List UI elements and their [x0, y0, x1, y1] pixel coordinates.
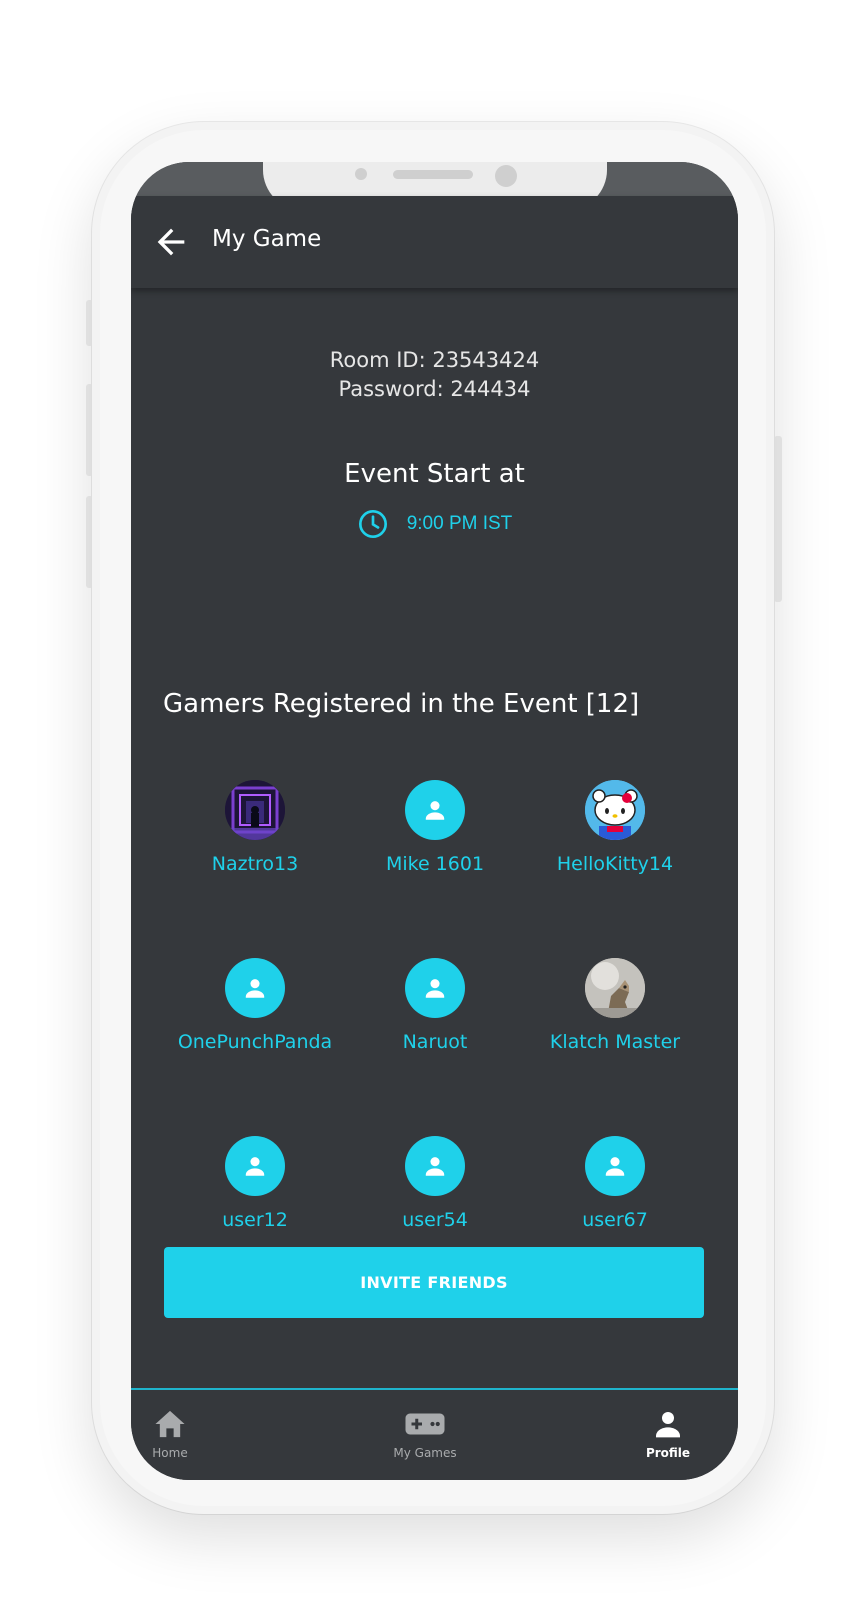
avatar	[585, 780, 645, 840]
event-start-title: Event Start at	[344, 459, 525, 489]
front-camera	[495, 165, 517, 187]
gamer-name: user54	[402, 1209, 468, 1231]
event-time-text: 9:00 PM IST	[406, 513, 513, 534]
person-icon	[605, 1157, 625, 1176]
arrow-left-icon	[157, 228, 185, 256]
phone-side-button	[774, 436, 782, 602]
gamer-item[interactable]: Naruot	[345, 958, 525, 1054]
avatar	[225, 958, 285, 1018]
gamer-item[interactable]: user67	[525, 1136, 705, 1232]
avatar	[405, 1136, 465, 1196]
profile-icon	[656, 1412, 680, 1438]
gamer-name: Naztro13	[211, 853, 299, 875]
person-icon	[245, 1157, 265, 1176]
gamer-item[interactable]: Mike 1601	[345, 780, 525, 876]
page-title: My Game	[212, 226, 322, 252]
avatar-photo	[585, 958, 645, 1018]
room-id: Room ID: 23543424	[329, 348, 540, 372]
gamer-item[interactable]: OnePunchPanda	[165, 958, 345, 1054]
room-password: Password: 244434	[338, 377, 531, 401]
gamer-item[interactable]: user54	[345, 1136, 525, 1232]
avatar	[585, 1136, 645, 1196]
nav-label-home: Home	[152, 1446, 188, 1460]
gamers-registered-title: Gamers Registered in the Event [12]	[163, 689, 640, 719]
gamer-name: Mike 1601	[385, 853, 485, 875]
gamer-name: user12	[222, 1209, 288, 1231]
gamer-name: OnePunchPanda	[177, 1031, 333, 1053]
nav-label-my-games: My Games	[393, 1446, 457, 1460]
avatar	[405, 958, 465, 1018]
nav-item-my-games[interactable]: My Games	[365, 1408, 485, 1460]
gamer-item[interactable]: Klatch Master	[525, 958, 705, 1054]
clock-icon	[358, 510, 387, 538]
event-time: 9:00 PM IST	[131, 508, 738, 540]
proximity-sensor	[355, 168, 367, 180]
back-button[interactable]	[151, 222, 191, 262]
nav-item-profile[interactable]: Profile	[608, 1408, 728, 1460]
gamepad-icon	[405, 1413, 445, 1435]
gamer-item[interactable]: Naztro13	[165, 780, 345, 876]
person-icon	[425, 1157, 445, 1176]
gamer-name: user67	[582, 1209, 648, 1231]
person-icon	[245, 979, 265, 998]
avatar	[225, 780, 285, 840]
avatar-photo	[225, 780, 285, 840]
app-screen: My Game Room ID: 23543424 Password: 2444…	[131, 162, 738, 1480]
invite-friends-button[interactable]: INVITE FRIENDS	[164, 1247, 704, 1318]
person-icon	[425, 979, 445, 998]
avatar-photo	[585, 780, 645, 840]
gamer-item[interactable]: HelloKitty14	[525, 780, 705, 876]
person-icon	[425, 801, 445, 820]
gamer-name: Klatch Master	[549, 1031, 681, 1053]
gamer-name: Naruot	[402, 1031, 468, 1053]
avatar	[585, 958, 645, 1018]
gamer-name: HelloKitty14	[556, 853, 674, 875]
nav-label-profile: Profile	[645, 1446, 691, 1460]
room-info: Room ID: 23543424 Password: 244434	[131, 346, 738, 404]
earpiece-speaker	[393, 170, 473, 179]
home-icon	[155, 1410, 185, 1438]
nav-item-home[interactable]: Home	[131, 1408, 230, 1460]
avatar	[405, 780, 465, 840]
app-bar: My Game	[131, 196, 738, 288]
bottom-nav: Home My Games Profile	[131, 1388, 738, 1480]
avatar	[225, 1136, 285, 1196]
gamer-item[interactable]: user12	[165, 1136, 345, 1232]
